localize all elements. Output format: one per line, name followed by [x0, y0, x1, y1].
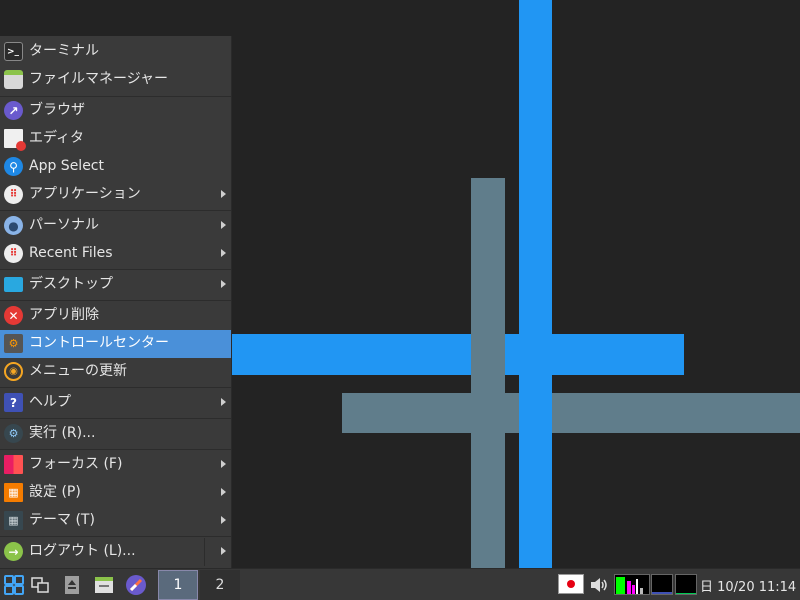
refresh-icon: ◉	[4, 362, 23, 381]
cpu-monitor[interactable]	[614, 574, 650, 595]
menu-item-label: フォーカス (F)	[29, 456, 123, 472]
workspace-label: 1	[173, 577, 183, 593]
submenu-arrow-icon	[221, 460, 226, 468]
clock[interactable]: 日 10/20 11:14	[700, 576, 796, 595]
wallpaper-bar	[342, 393, 800, 433]
window-switcher-button[interactable]	[28, 573, 52, 597]
applications-icon: ⠿	[4, 185, 23, 204]
menu-item-applications[interactable]: ⠿ アプリケーション	[0, 181, 231, 207]
menu-item-label: 設定 (P)	[29, 484, 81, 500]
menu-item-control-center[interactable]: ⚙ コントロールセンター	[0, 330, 231, 358]
menu-divider	[204, 538, 205, 566]
menu-item-label: App Select	[29, 158, 104, 174]
submenu-arrow-icon	[221, 547, 226, 555]
eject-icon	[65, 576, 79, 594]
menu-separator	[0, 300, 231, 301]
menu-item-label: ログアウト (L)...	[29, 543, 136, 559]
wallpaper-bar	[471, 178, 505, 568]
jp-flag-icon[interactable]	[558, 574, 584, 594]
memory-monitor[interactable]	[675, 574, 697, 595]
terminal-icon: >_	[4, 42, 23, 61]
workspace-2[interactable]: 2	[200, 570, 240, 600]
menu-item-logout[interactable]: → ログアウト (L)...	[0, 538, 231, 564]
menu-item-refresh-menu[interactable]: ◉ メニューの更新	[0, 358, 231, 384]
menu-item-label: パーソナル	[29, 217, 99, 233]
control-center-icon: ⚙	[4, 334, 23, 353]
menu-separator	[0, 387, 231, 388]
focus-icon	[4, 455, 23, 474]
volume-control[interactable]	[587, 573, 611, 597]
submenu-arrow-icon	[221, 516, 226, 524]
menu-item-editor[interactable]: エディタ	[0, 125, 231, 151]
menu-item-browser[interactable]: ↗ ブラウザ	[0, 97, 231, 123]
taskbar: 1 2 日 10/20 11:14	[0, 568, 800, 600]
menu-item-label: ヘルプ	[29, 394, 71, 410]
menu-item-help[interactable]: ? ヘルプ	[0, 389, 231, 415]
menu-item-settings[interactable]: ▦ 設定 (P)	[0, 479, 231, 505]
menu-item-remove-app[interactable]: ✕ アプリ削除	[0, 302, 231, 328]
menu-item-label: ターミナル	[29, 43, 99, 59]
browser-icon	[126, 575, 146, 595]
app-menu-button[interactable]	[2, 573, 26, 597]
menu-item-terminal[interactable]: >_ ターミナル	[0, 38, 231, 64]
menu-separator	[0, 536, 231, 537]
browser-launcher[interactable]	[124, 573, 148, 597]
menu-item-run[interactable]: ⚙ 実行 (R)...	[0, 420, 231, 446]
submenu-arrow-icon	[221, 221, 226, 229]
submenu-arrow-icon	[221, 280, 226, 288]
menu-item-theme[interactable]: ▦ テーマ (T)	[0, 507, 231, 533]
workspace-label: 2	[215, 577, 225, 593]
menu-item-app-select[interactable]: ⚲ App Select	[0, 153, 231, 179]
submenu-arrow-icon	[221, 249, 226, 257]
submenu-arrow-icon	[221, 488, 226, 496]
help-icon: ?	[4, 393, 23, 412]
menu-item-personal[interactable]: ● パーソナル	[0, 212, 231, 238]
editor-icon	[4, 129, 26, 151]
theme-icon: ▦	[4, 511, 23, 530]
menu-item-label: アプリ削除	[29, 307, 99, 323]
wallpaper-bar	[519, 0, 552, 568]
menu-item-recent-files[interactable]: ⠿ Recent Files	[0, 240, 231, 266]
volume-icon	[591, 578, 607, 592]
show-desktop-button[interactable]	[60, 573, 84, 597]
menu-item-label: デスクトップ	[29, 276, 113, 292]
menu-item-label: ファイルマネージャー	[29, 71, 169, 87]
menu-separator	[0, 449, 231, 450]
menu-item-file-manager[interactable]: ファイルマネージャー	[0, 66, 231, 92]
remove-app-icon: ✕	[4, 306, 23, 325]
search-icon: ⚲	[4, 157, 23, 176]
submenu-arrow-icon	[221, 190, 226, 198]
menu-item-label: Recent Files	[29, 245, 113, 261]
menu-item-label: テーマ (T)	[29, 512, 95, 528]
menu-item-label: メニューの更新	[29, 363, 127, 379]
network-monitor[interactable]	[651, 574, 673, 595]
app-menu-icon	[4, 575, 24, 595]
menu-item-desktop[interactable]: デスクトップ	[0, 271, 231, 297]
desktop-icon	[4, 277, 23, 292]
menu-item-label: ブラウザ	[29, 102, 85, 118]
menu-separator	[0, 269, 231, 270]
file-manager-icon	[4, 70, 23, 89]
windows-icon	[31, 577, 49, 593]
wallpaper-bar	[232, 334, 684, 375]
menu-item-focus[interactable]: フォーカス (F)	[0, 451, 231, 477]
menu-separator	[0, 210, 231, 211]
logout-icon: →	[4, 542, 23, 561]
settings-icon: ▦	[4, 483, 23, 502]
file-manager-icon	[95, 577, 113, 593]
root-menu: >_ ターミナル ファイルマネージャー ↗ ブラウザ エディタ ⚲ App Se…	[0, 36, 232, 568]
run-icon: ⚙	[4, 424, 23, 443]
file-manager-launcher[interactable]	[92, 573, 116, 597]
recent-files-icon: ⠿	[4, 244, 23, 263]
user-icon: ●	[4, 216, 23, 235]
menu-item-label: 実行 (R)...	[29, 425, 96, 441]
menu-item-label: コントロールセンター	[29, 335, 169, 351]
menu-item-label: アプリケーション	[29, 186, 141, 202]
menu-item-label: エディタ	[29, 130, 85, 146]
submenu-arrow-icon	[221, 398, 226, 406]
browser-icon: ↗	[4, 101, 23, 120]
workspace-1[interactable]: 1	[158, 570, 198, 600]
menu-separator	[0, 418, 231, 419]
